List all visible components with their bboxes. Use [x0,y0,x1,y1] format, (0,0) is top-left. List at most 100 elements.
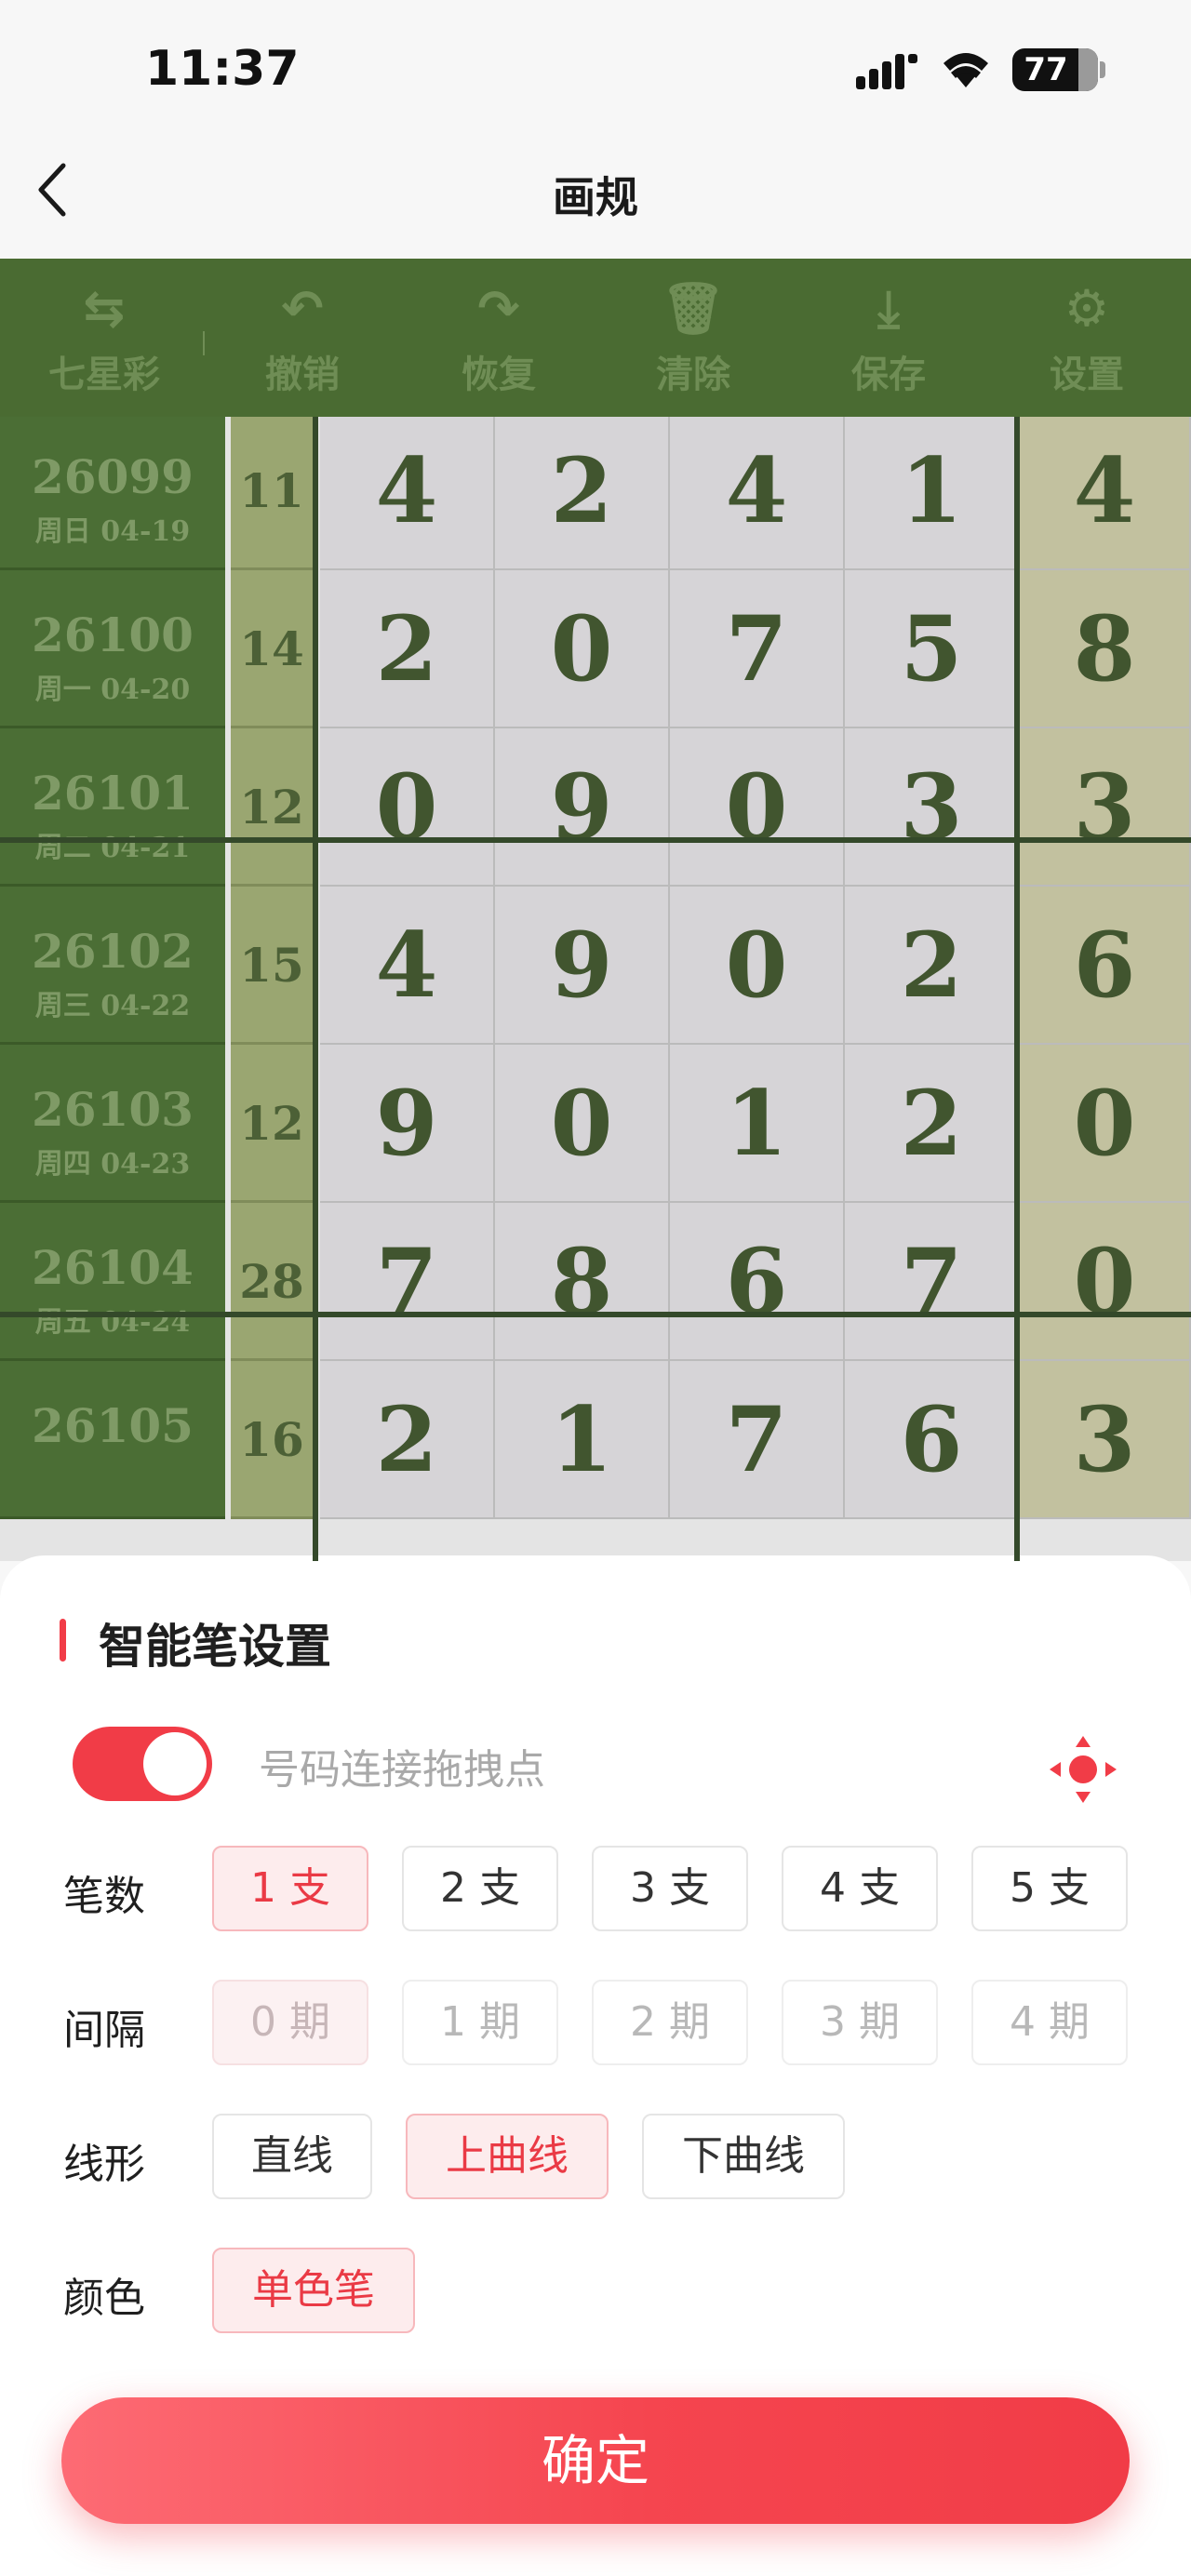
interval-label: 间隔 [63,2007,145,2054]
pens-option[interactable]: 4 支 [782,1846,938,1931]
period-date: 周四 04-23 [34,1148,191,1181]
grid-divider-vertical [1014,417,1020,1561]
digit-cell: 0 [670,728,845,887]
digit-cell: 0 [495,1045,670,1203]
line-shape-label: 线形 [63,2141,145,2188]
pens-option[interactable]: 3 支 [592,1846,748,1931]
period-cell: 26100 周一 04-20 [0,570,225,728]
line-shape-option[interactable]: 直线 [212,2114,372,2199]
toolbar-save-button[interactable]: ⤓ 保存 [819,279,958,398]
digit-cell: 2 [845,887,1020,1045]
confirm-button[interactable]: 确定 [61,2397,1130,2524]
digit-cell: 2 [320,570,495,728]
digit-cell: 9 [495,887,670,1045]
connect-drag-points-toggle[interactable] [73,1727,212,1801]
interval-option[interactable]: 1 期 [402,1980,558,2065]
period-number: 26100 [32,607,194,662]
digit-cell: 4 [1020,412,1191,570]
digit-cell: 1 [670,1045,845,1203]
period-number: 26099 [32,449,194,504]
toolbar-undo-label: 撤销 [265,354,340,396]
digit-cell: 7 [670,570,845,728]
draw-row: 26104 周五 04-24 28 7 8 6 7 0 [0,1203,1191,1361]
sum-cell: 11 [231,412,313,570]
toolbar-undo-button[interactable]: ↶ 撤销 [233,279,372,398]
period-number: 26101 [32,766,194,821]
digit-cell: 0 [320,728,495,887]
title-accent-bar [60,1619,66,1662]
battery-empty-portion [1077,48,1098,91]
digit-cell: 3 [845,728,1020,887]
period-cell: 26104 周五 04-24 [0,1203,225,1361]
digit-cell: 9 [320,1045,495,1203]
pens-option[interactable]: 1 支 [212,1846,368,1931]
interval-option[interactable]: 2 期 [592,1980,748,2065]
grid-divider-horizontal [0,837,1191,843]
toolbar-redo-button[interactable]: ↷ 恢复 [429,279,569,398]
sum-cell: 12 [231,1045,313,1203]
line-shape-option[interactable]: 下曲线 [642,2114,845,2199]
digit-cell: 7 [320,1203,495,1361]
toolbar-clear-button[interactable]: 🗑 清除 [623,279,763,398]
period-date: 周一 04-20 [34,674,191,706]
toolbar-lottery-button[interactable]: ⇆ 七星彩 [34,279,174,398]
sum-cell: 14 [231,570,313,728]
nav-bar: 画规 [0,140,1191,259]
sheet-title: 智能笔设置 [99,1620,331,1674]
smart-pen-settings-sheet: 智能笔设置 号码连接拖拽点 笔数 1 支 2 支 3 支 4 支 5 支 间隔 0 期 1… [0,1555,1191,2576]
draw-row: 26099 周日 04-19 11 4 2 4 1 4 [0,412,1191,570]
toolbar-lottery-label: 七星彩 [48,354,160,396]
sum-cell: 16 [231,1361,313,1519]
toolbar-settings-button[interactable]: ⚙ 设置 [1017,279,1157,398]
draw-row: 26102 周三 04-22 15 4 9 0 2 6 [0,887,1191,1045]
toolbar-clear-label: 清除 [656,354,730,396]
chart-toolbar: ⇆ 七星彩 ↶ 撤销 ↷ 恢复 🗑 清除 ⤓ 保存 ⚙ 设置 [0,259,1191,417]
download-icon: ⤓ [877,279,900,338]
interval-option[interactable]: 0 期 [212,1980,368,2065]
digit-cell: 0 [1020,1203,1191,1361]
period-date: 周五 04-24 [34,1306,191,1339]
digit-cell: 1 [495,1361,670,1519]
digit-cell: 2 [320,1361,495,1519]
battery-indicator: 77 [1012,48,1098,91]
cellular-signal-icon [856,54,917,89]
color-label: 颜色 [63,2275,145,2322]
period-cell: 26101 周二 04-21 [0,728,225,887]
page-title: 画规 [553,172,638,222]
period-cell: 26099 周日 04-19 [0,412,225,570]
color-option[interactable]: 单色笔 [212,2248,415,2333]
period-cell: 26102 周三 04-22 [0,887,225,1045]
digit-cell: 6 [670,1203,845,1361]
digit-cell: 0 [670,887,845,1045]
sum-cell: 12 [231,728,313,887]
pens-option[interactable]: 2 支 [402,1846,558,1931]
line-shape-option[interactable]: 上曲线 [406,2114,609,2199]
digit-cell: 0 [1020,1045,1191,1203]
period-number: 26104 [32,1240,194,1295]
digit-cell: 6 [1020,887,1191,1045]
digit-cell: 3 [1020,728,1191,887]
grid-divider-vertical [313,417,318,1561]
period-date: 周日 04-19 [34,515,191,548]
period-number: 26103 [32,1082,194,1137]
toolbar-save-label: 保存 [851,354,926,396]
toolbar-settings-label: 设置 [1050,354,1124,396]
digit-cell: 7 [845,1203,1020,1361]
draw-row: 26100 周一 04-20 14 2 0 7 5 8 [0,570,1191,728]
battery-level-text: 77 [1024,51,1068,88]
digit-cell: 6 [845,1361,1020,1519]
digit-cell: 0 [495,570,670,728]
period-number: 26105 [32,1398,194,1453]
sum-cell: 15 [231,887,313,1045]
gear-icon: ⚙ [1064,279,1110,338]
draw-row: 26103 周四 04-23 12 9 0 1 2 0 [0,1045,1191,1203]
digit-cell: 2 [845,1045,1020,1203]
sum-cell: 28 [231,1203,313,1361]
chart-background: ⇆七星彩↶撤销↷恢复🗑清除⤓保存⚙设置 26098周六 04-182397435… [0,259,1191,1561]
toolbar-separator [203,331,205,355]
digit-cell: 9 [495,728,670,887]
pens-option[interactable]: 5 支 [971,1846,1128,1931]
period-number: 26102 [32,924,194,979]
interval-option[interactable]: 4 期 [971,1980,1128,2065]
interval-option[interactable]: 3 期 [782,1980,938,2065]
